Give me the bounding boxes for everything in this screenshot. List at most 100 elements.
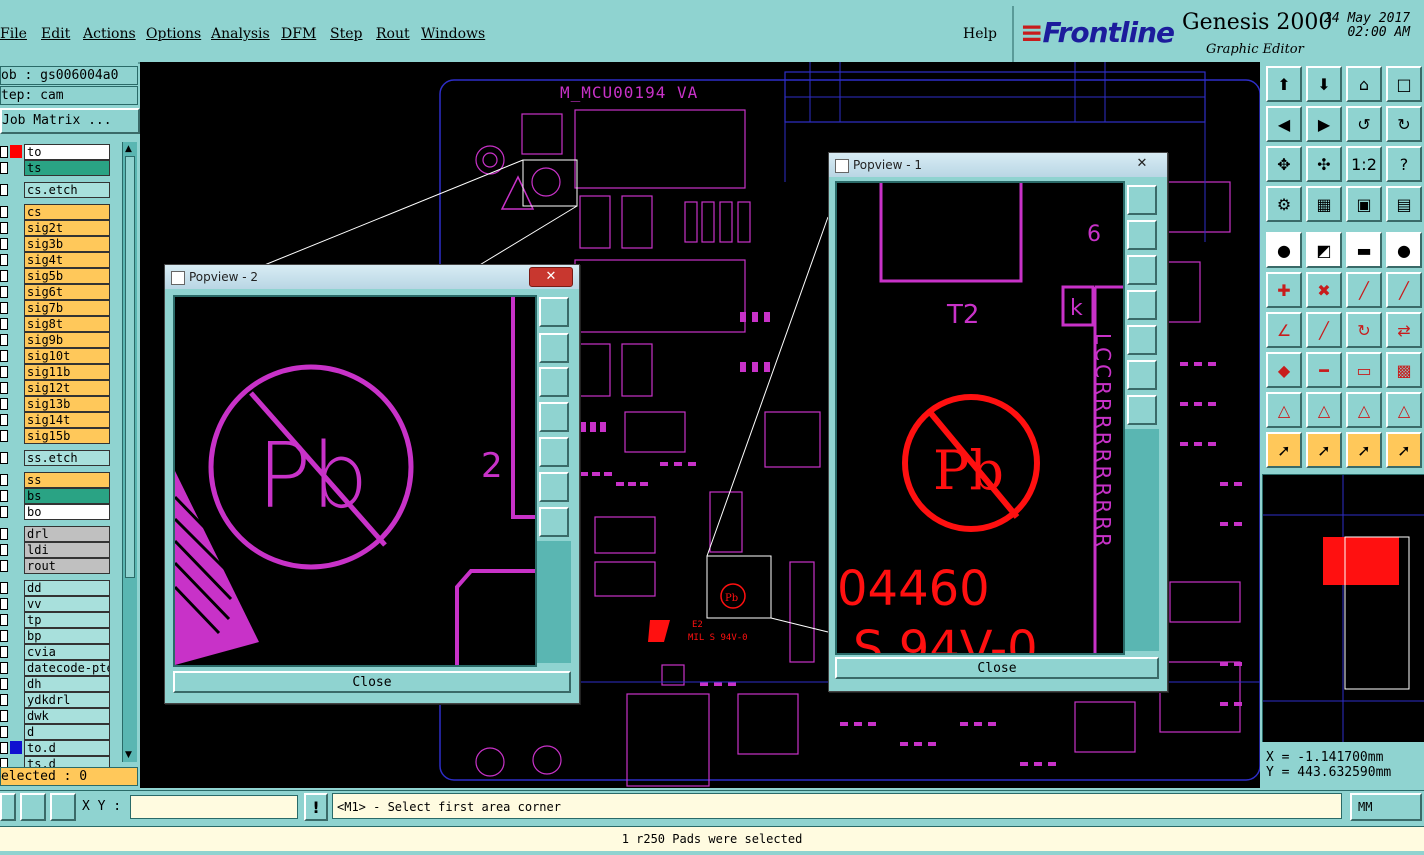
move-right-icon[interactable]: ▶ [1306,106,1342,142]
layer-checkbox[interactable] [0,582,8,594]
triangle-outline-icon[interactable]: △ [1306,392,1342,428]
zoom-box-icon[interactable]: ✥ [1266,146,1302,182]
layer-label[interactable]: sig6t [24,284,110,300]
pointer-box-icon[interactable]: ➚ [1306,432,1342,468]
layer-row[interactable]: rout [0,558,122,574]
layer-checkbox[interactable] [0,146,8,158]
layer-row[interactable]: to [0,144,122,160]
grid-icon[interactable] [50,793,76,821]
tile-icon[interactable]: ▩ [1386,352,1422,388]
layer-checkbox[interactable] [0,662,8,674]
layer-row[interactable]: sig5b [0,268,122,284]
layer-checkbox[interactable] [0,544,8,556]
zoom-in-icon[interactable] [539,472,569,502]
pan-down-icon[interactable] [1127,255,1157,285]
layer-label[interactable]: sig7b [24,300,110,316]
layer-label[interactable]: to [24,144,110,160]
layer-label[interactable]: ldi [24,542,110,558]
zoom-in-icon[interactable] [1127,360,1157,390]
menu-analysis[interactable]: Analysis [211,26,270,42]
job-matrix-button[interactable]: Job Matrix ... [0,108,140,134]
move-left-icon[interactable]: ◀ [1266,106,1302,142]
layer-row[interactable]: sig10t [0,348,122,364]
pan-left-icon[interactable] [1127,290,1157,320]
triangle-cut-icon[interactable]: △ [1386,392,1422,428]
undo-icon[interactable]: ↺ [1346,106,1382,142]
layer-row[interactable]: tp [0,612,122,628]
menu-edit[interactable]: Edit [41,26,70,42]
pointer-multi-icon[interactable]: ➚ [1386,432,1422,468]
layer-row[interactable]: sig7b [0,300,122,316]
layer-checkbox[interactable] [0,366,8,378]
layer-label[interactable]: sig4t [24,252,110,268]
zoom-center-icon[interactable]: ✣ [1306,146,1342,182]
overview-map[interactable] [1262,474,1424,744]
ruler-icon[interactable]: ▬ [1346,232,1382,268]
line-icon[interactable]: ╱ [1346,272,1382,308]
layer-checkbox[interactable] [0,184,8,196]
layer-row[interactable]: dh [0,676,122,692]
layer-checkbox[interactable] [0,678,8,690]
layer-checkbox[interactable] [0,710,8,722]
layer-label[interactable]: bo [24,504,110,520]
select-icon[interactable]: ● [1266,232,1302,268]
layer-label[interactable]: ss.etch [24,450,110,466]
menu-actions[interactable]: Actions [83,26,136,42]
layer-label[interactable]: dwk [24,708,110,724]
pan-down-icon[interactable] [539,367,569,397]
layer-label[interactable]: sig11b [24,364,110,380]
pad-icon[interactable]: ● [1386,232,1422,268]
pan-up-icon[interactable] [539,333,569,363]
layer-row[interactable]: sig4t [0,252,122,268]
layer-row[interactable]: sig9b [0,332,122,348]
menu-file[interactable]: File [0,26,27,42]
arc-triangle-icon[interactable]: △ [1346,392,1382,428]
layer-label[interactable]: d [24,724,110,740]
layer-label[interactable]: sig5b [24,268,110,284]
layer-label[interactable]: dd [24,580,110,596]
layer-row[interactable]: bp [0,628,122,644]
zoom-fit-icon[interactable] [1127,185,1157,215]
layer-row[interactable]: cs [0,204,122,220]
layer-checkbox[interactable] [0,302,8,314]
menu-rout[interactable]: Rout [376,26,410,42]
xy-input[interactable] [130,795,298,819]
layer-label[interactable]: sig2t [24,220,110,236]
zoom-out-icon[interactable] [1127,395,1157,425]
layer-row[interactable]: cvia [0,644,122,660]
layer-row[interactable]: ts [0,160,122,176]
layer-label[interactable]: sig8t [24,316,110,332]
measure-icon[interactable]: ▭ [1346,352,1382,388]
layer-row[interactable]: sig13b [0,396,122,412]
popview-2-titlebar[interactable]: Popview - 2 [165,265,579,289]
layer-list-scrollbar[interactable]: ▲ ▼ [122,142,137,762]
layer-row[interactable]: ss [0,472,122,488]
minus-icon[interactable]: ━ [1306,352,1342,388]
grid-icon[interactable]: ▦ [1306,186,1342,222]
redraw-icon[interactable]: ↻ [1386,106,1422,142]
layer-checkbox[interactable] [0,222,8,234]
layer-row[interactable]: dd [0,580,122,596]
layer-row[interactable]: ldi [0,542,122,558]
pan-left-icon[interactable] [539,402,569,432]
menu-windows[interactable]: Windows [421,26,485,42]
layer-row[interactable]: sig6t [0,284,122,300]
layer-checkbox[interactable] [0,646,8,658]
slash-icon[interactable]: ╱ [1306,312,1342,348]
popview-2-close-button[interactable]: Close [173,671,571,693]
layer-row[interactable]: dwk [0,708,122,724]
triangle-icon[interactable]: △ [1266,392,1302,428]
layer-checkbox[interactable] [0,350,8,362]
layer-row[interactable]: d [0,724,122,740]
layer-row[interactable]: to.d [0,740,122,756]
layer-checkbox[interactable] [0,630,8,642]
layer-checkbox[interactable] [0,318,8,330]
layer-label[interactable]: dh [24,676,110,692]
pan-up-icon[interactable] [1127,220,1157,250]
scroll-thumb[interactable] [125,156,135,578]
pointer-icon[interactable]: ➚ [1266,432,1302,468]
alert-icon[interactable]: ! [304,793,328,821]
layer-row[interactable]: bo [0,504,122,520]
layer-row[interactable]: sig8t [0,316,122,332]
layer-row[interactable]: vv [0,596,122,612]
